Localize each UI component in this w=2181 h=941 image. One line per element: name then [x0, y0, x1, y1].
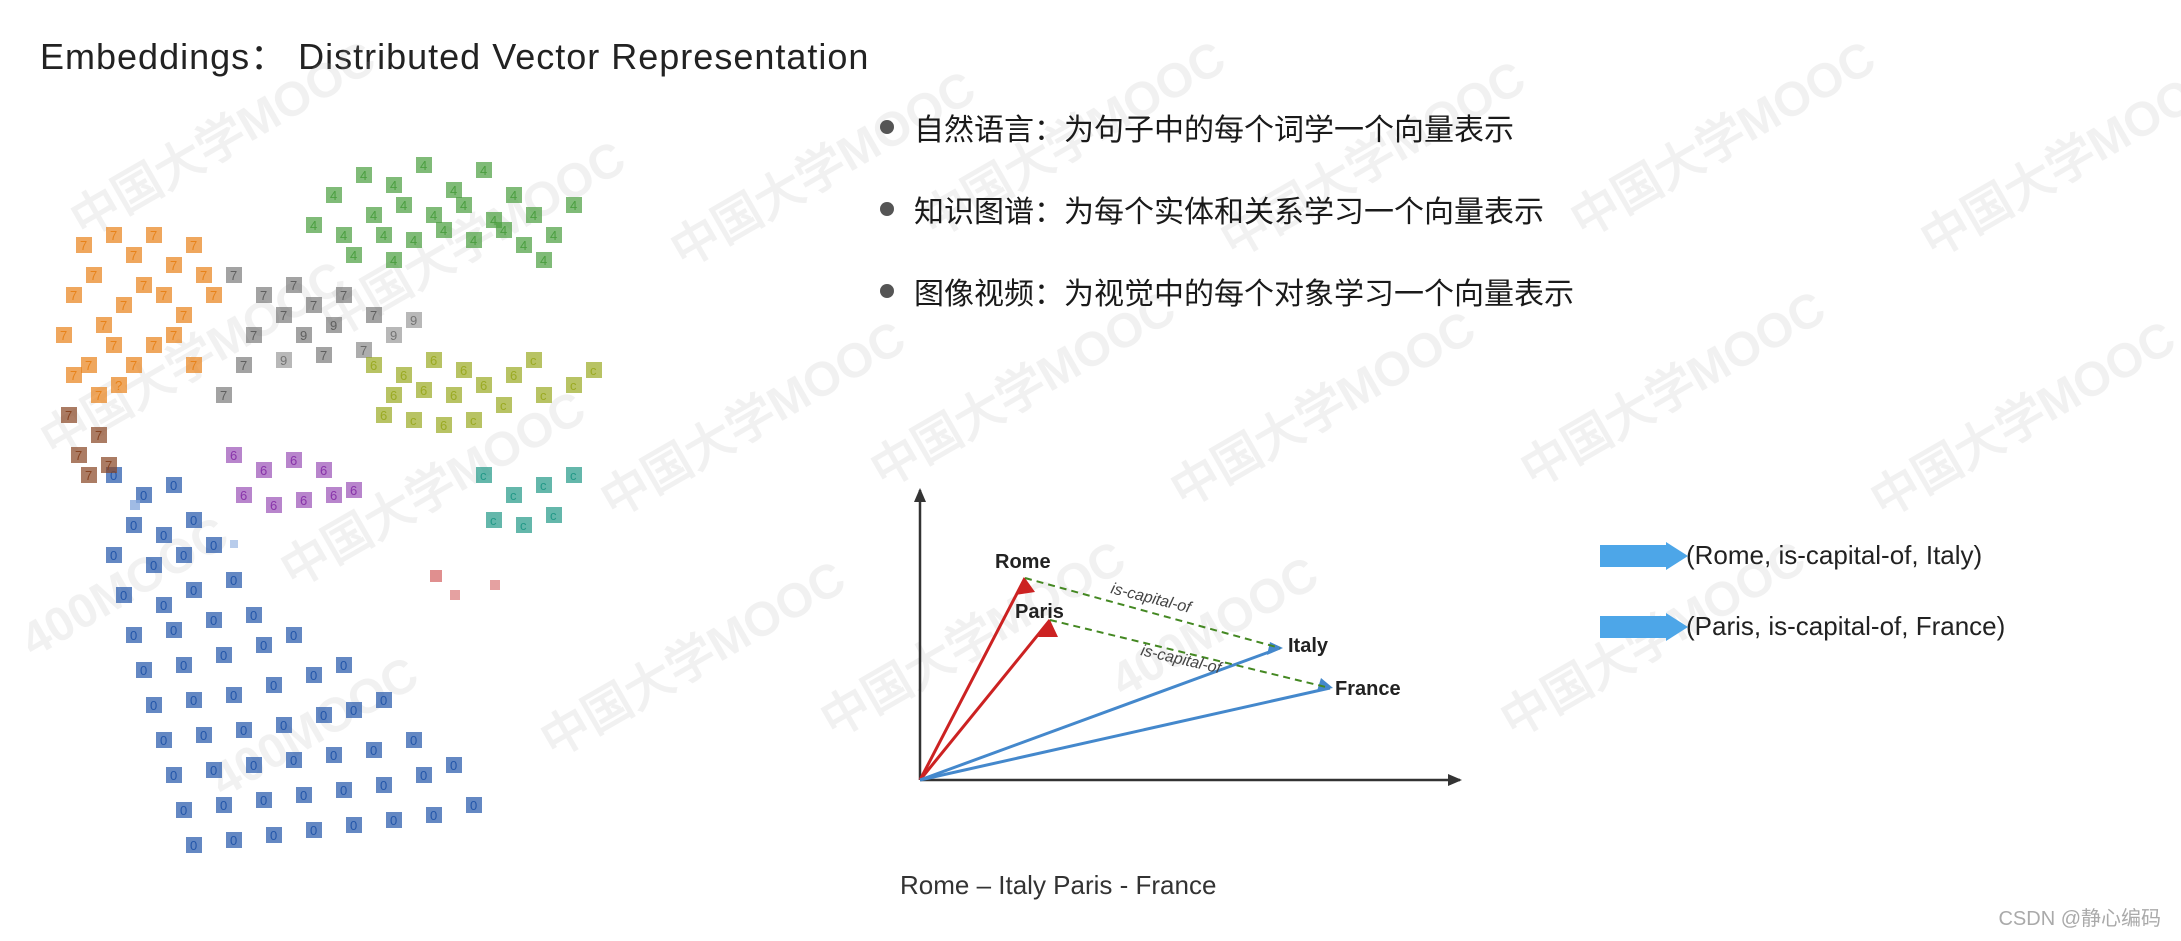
svg-text:is-capital-of: is-capital-of	[1109, 580, 1194, 617]
bullet-item-1: 自然语言：为句子中的每个词学一个向量表示	[880, 110, 2120, 152]
bullet-dot-2	[880, 202, 894, 216]
caption-text: Rome – Italy Paris - France	[900, 870, 1216, 901]
bullet-text-1: 自然语言：为句子中的每个词学一个向量表示	[914, 110, 1514, 152]
legend-label-1: (Rome, is-capital-of, Italy)	[1686, 540, 1982, 571]
right-panel: 自然语言：为句子中的每个词学一个向量表示 知识图谱：为每个实体和关系学习一个向量…	[820, 80, 2120, 356]
legend-arrow-2	[1600, 616, 1670, 638]
legend-area: (Rome, is-capital-of, Italy) (Paris, is-…	[1600, 540, 2005, 642]
svg-text:Italy: Italy	[1288, 635, 1329, 657]
vector-diagram: Rome Paris Italy France is-capital-of is…	[840, 430, 1520, 830]
bullet-dot-1	[880, 120, 894, 134]
footer-watermark: CSDN @静心编码	[1998, 902, 2161, 931]
svg-text:Paris: Paris	[1015, 601, 1064, 623]
bullet-text-3: 图像视频：为视觉中的每个对象学习一个向量表示	[914, 274, 1574, 316]
legend-item-1: (Rome, is-capital-of, Italy)	[1600, 540, 2005, 571]
bullet-item-3: 图像视频：为视觉中的每个对象学习一个向量表示	[880, 274, 2120, 316]
scatter-plot: 7 7 7 7 7 7 7 7 7 7 7 7 7 7 7 7 7 7 7 7 …	[30, 80, 730, 900]
legend-item-2: (Paris, is-capital-of, France)	[1600, 611, 2005, 642]
svg-text:Rome: Rome	[995, 551, 1051, 573]
bullet-item-2: 知识图谱：为每个实体和关系学习一个向量表示	[880, 192, 2120, 234]
bullet-text-2: 知识图谱：为每个实体和关系学习一个向量表示	[914, 192, 1544, 234]
bullet-list: 自然语言：为句子中的每个词学一个向量表示 知识图谱：为每个实体和关系学习一个向量…	[880, 110, 2120, 316]
legend-arrow-1	[1600, 545, 1670, 567]
svg-text:is-capital-of: is-capital-of	[1139, 642, 1224, 677]
bullet-dot-3	[880, 284, 894, 298]
svg-text:France: France	[1335, 678, 1401, 700]
page-title: Embeddings： Distributed Vector Represent…	[40, 28, 869, 80]
legend-label-2: (Paris, is-capital-of, France)	[1686, 611, 2005, 642]
